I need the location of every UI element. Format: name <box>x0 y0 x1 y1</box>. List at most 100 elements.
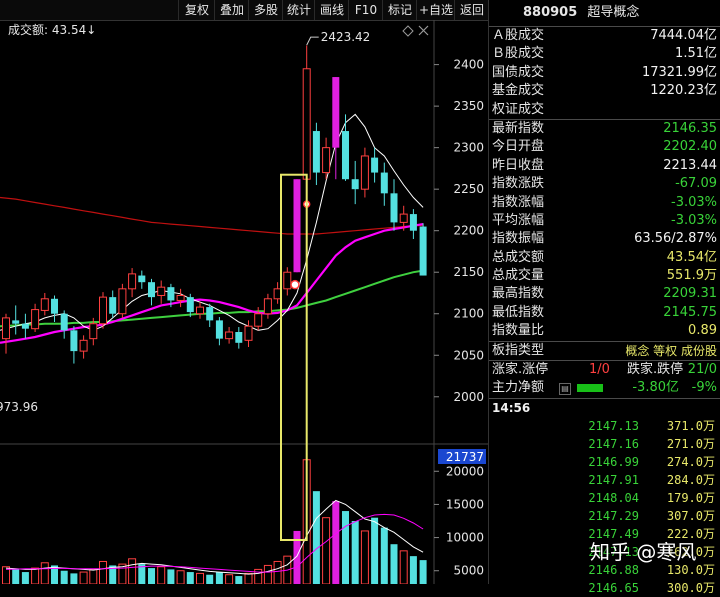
stat-row: Ａ股成交 7444.04亿 <box>489 27 720 45</box>
main-flow-pct: -9% <box>691 380 717 396</box>
toolbar: 复权 叠加 多股 统计 画线 F10 标记 +自选 返回 <box>0 0 488 21</box>
volume-bar <box>89 568 98 584</box>
tick-row: 2147.91 284.0万 <box>489 471 720 489</box>
candle-body <box>312 131 320 173</box>
volume-bar <box>351 521 359 584</box>
candle-body <box>342 131 349 180</box>
stat-row: 基金成交 1220.23亿 <box>489 82 720 100</box>
candle-body <box>215 320 223 339</box>
index-name: 超导概念 <box>587 5 640 20</box>
candle-body <box>399 213 408 223</box>
board-type-row: 板指类型 概念 等权 成份股 <box>489 342 720 360</box>
tick-price: 2147.13 <box>588 418 639 433</box>
stat-label: 指数量比 <box>492 323 545 339</box>
ma60-line <box>0 196 424 235</box>
volume-bar <box>12 569 20 584</box>
volume-bar <box>263 564 272 584</box>
tab-fanhui[interactable]: 返回 <box>454 0 489 20</box>
volume-bar <box>157 566 166 584</box>
event-marker-icon <box>290 279 300 290</box>
volume-bar <box>215 572 223 584</box>
stat-label: 今日开盘 <box>492 139 545 155</box>
stat-row: 最低指数 2145.75 <box>489 304 720 322</box>
stat-row: 平均涨幅 -3.03% <box>489 212 720 230</box>
ma5-line <box>0 113 424 331</box>
stat-row: 国债成交 17321.99亿 <box>489 64 720 82</box>
volume-bar <box>399 550 408 584</box>
limit-up-value: 1/0 <box>589 362 610 378</box>
candle-body <box>109 297 117 314</box>
volume-bar <box>128 558 137 584</box>
tick-row: 2147.16 271.0万 <box>489 435 720 453</box>
candle-body <box>21 323 29 329</box>
stat-row: 指数涨跌 -67.09 <box>489 175 720 193</box>
stat-row: 昨日收盘 2213.44 <box>489 157 720 175</box>
volume-bar <box>206 574 214 584</box>
board-type-value[interactable]: 概念 等权 成份股 <box>625 342 717 360</box>
candle-body <box>419 226 427 276</box>
y-tick-label: 2250 <box>453 182 484 196</box>
y-tick-label: 2300 <box>453 141 484 155</box>
candle-body <box>79 339 88 352</box>
y-tick-label: 2050 <box>453 348 484 362</box>
tab-f10[interactable]: F10 <box>348 0 383 20</box>
volume-bar <box>342 511 349 584</box>
tab-duogu[interactable]: 多股 <box>248 0 283 20</box>
tab-zixuan[interactable]: +自选 <box>416 0 455 20</box>
y-tick-label: 2400 <box>453 58 484 72</box>
candle-body <box>89 323 98 340</box>
stat-label: 平均涨幅 <box>492 212 545 228</box>
main-flow-row: 主力净额 ▤ -3.80亿 -9% <box>489 379 720 397</box>
candle-body <box>390 193 398 223</box>
main-flow-label: 主力净额 <box>492 380 545 396</box>
stat-label: Ｂ股成交 <box>492 46 545 62</box>
kline-chart[interactable]: 成交额: 43.54↓ 2000 2050 2100 2150 2200 2250 2300… <box>0 20 488 584</box>
stat-value: 17321.99亿 <box>641 64 717 80</box>
stat-value: -67.09 <box>675 176 717 192</box>
settings-icons[interactable] <box>402 25 429 37</box>
volume-bar <box>186 572 194 584</box>
candle-body <box>40 298 49 311</box>
volume-bar <box>225 574 234 584</box>
tab-huaxian[interactable]: 画线 <box>314 0 349 20</box>
flow-bar <box>577 384 603 393</box>
tick-time: 14:56 <box>492 400 531 415</box>
cross-icon <box>418 25 429 36</box>
board-type-label: 板指类型 <box>492 342 545 358</box>
volume-bar <box>419 560 427 584</box>
volume-bar <box>293 530 301 584</box>
volume-bar <box>409 556 417 584</box>
candle-body <box>293 179 301 273</box>
candle-body <box>2 317 10 340</box>
stat-value: -3.03% <box>671 194 717 210</box>
tab-diejia[interactable]: 叠加 <box>214 0 249 20</box>
tick-list[interactable]: 2147.13 371.0万 2147.16 271.0万 2146.99 274.0万 2… <box>489 417 720 597</box>
stat-row: 最高指数 2209.31 <box>489 285 720 303</box>
tab-fuquan[interactable]: 复权 <box>178 0 215 20</box>
stat-label: 总成交额 <box>492 249 545 265</box>
candle-body <box>322 147 331 174</box>
tab-biaoji[interactable]: 标记 <box>382 0 417 20</box>
candle-body <box>148 282 155 298</box>
stat-label: 昨日收盘 <box>492 157 545 173</box>
stat-value: 0.89 <box>688 323 717 339</box>
stat-value: 43.54亿 <box>666 249 717 265</box>
volume-ma5-line <box>5 499 424 575</box>
tick-price: 2146.65 <box>588 580 639 595</box>
stat-row: 今日开盘 2202.40 <box>489 138 720 156</box>
tick-volume: 307.0万 <box>666 508 715 523</box>
stat-value: -3.03% <box>671 212 717 228</box>
tab-tongji[interactable]: 统计 <box>282 0 315 20</box>
volume-bar <box>360 530 369 584</box>
watermark: 知乎 @寒风 <box>590 540 697 564</box>
main-flow-value: -3.80亿 <box>632 380 679 396</box>
tick-row: 2147.29 307.0万 <box>489 507 720 525</box>
advance-decline-row: 涨家.涨停 1/0 跌家.跌停 21/0 <box>489 361 720 379</box>
tick-row: 2148.04 179.0万 <box>489 489 720 507</box>
stat-label: 最新指数 <box>492 120 545 136</box>
stat-value: 2213.44 <box>663 157 717 173</box>
price-axis: 2000 2050 2100 2150 2200 2250 2300 2350 2400 <box>434 58 484 404</box>
market-turnover-list: Ａ股成交 7444.04亿 Ｂ股成交 1.51亿 国债成交 17321.99亿 基金成交 12… <box>489 27 720 119</box>
vol-tick-label: 15000 <box>446 497 484 511</box>
candle-body <box>235 332 243 343</box>
